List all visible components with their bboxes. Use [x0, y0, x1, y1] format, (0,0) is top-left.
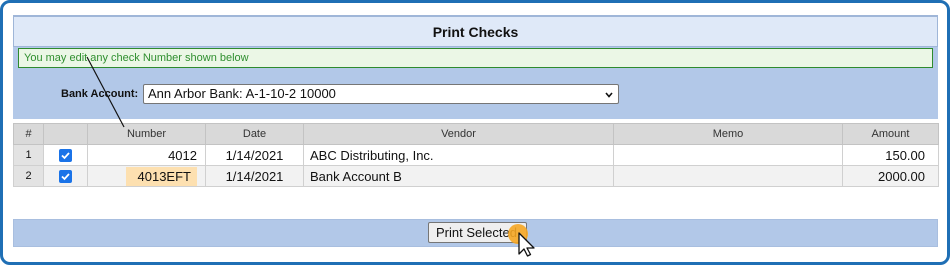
column-header-memo: Memo: [613, 123, 843, 145]
column-header-index: #: [13, 123, 44, 145]
check-amount: 150.00: [842, 144, 939, 166]
check-number-highlight[interactable]: 4013EFT: [125, 166, 197, 186]
column-header-date: Date: [205, 123, 304, 145]
dialog-title: Print Checks: [13, 16, 938, 47]
print-checks-panel: Print Checks You may edit any check Numb…: [13, 15, 938, 119]
bank-account-label: Bank Account:: [61, 88, 139, 100]
row-select-checkbox[interactable]: [59, 170, 72, 184]
check-number-field[interactable]: 4012: [87, 144, 206, 166]
column-header-vendor: Vendor: [303, 123, 614, 145]
check-vendor: Bank Account B: [303, 165, 614, 187]
check-amount: 2000.00: [842, 165, 939, 187]
chevron-down-icon: [605, 92, 613, 98]
checkmark-icon: [61, 173, 70, 181]
row-select-cell[interactable]: [43, 144, 88, 166]
table-row: 1 4012 1/14/2021 ABC Distributing, Inc. …: [13, 144, 939, 166]
row-index: 2: [13, 165, 44, 187]
check-memo: [613, 144, 843, 166]
bank-account-select[interactable]: Ann Arbor Bank: A-1-10-2 10000: [143, 84, 619, 104]
row-select-checkbox[interactable]: [59, 149, 72, 163]
check-vendor: ABC Distributing, Inc.: [303, 144, 614, 166]
bank-account-value: Ann Arbor Bank: A-1-10-2 10000: [148, 86, 336, 101]
edit-notice: You may edit any check Number shown belo…: [18, 48, 933, 68]
check-date: 1/14/2021: [205, 165, 304, 187]
column-header-amount: Amount: [842, 123, 939, 145]
check-memo: [613, 165, 843, 187]
row-select-cell[interactable]: [43, 165, 88, 187]
mouse-pointer-icon: [508, 224, 535, 257]
checks-table: # Number Date Vendor Memo Amount 1 4012 …: [13, 123, 939, 187]
column-header-number: Number: [87, 123, 206, 145]
column-header-select: [43, 123, 88, 145]
table-header-row: # Number Date Vendor Memo Amount: [13, 123, 939, 145]
checkmark-icon: [61, 152, 70, 160]
footer-bar: Print Selected: [13, 219, 938, 247]
table-row: 2 4013EFT 1/14/2021 Bank Account B 2000.…: [13, 165, 939, 187]
check-date: 1/14/2021: [205, 144, 304, 166]
check-number-field[interactable]: 4013EFT: [87, 165, 206, 187]
row-index: 1: [13, 144, 44, 166]
